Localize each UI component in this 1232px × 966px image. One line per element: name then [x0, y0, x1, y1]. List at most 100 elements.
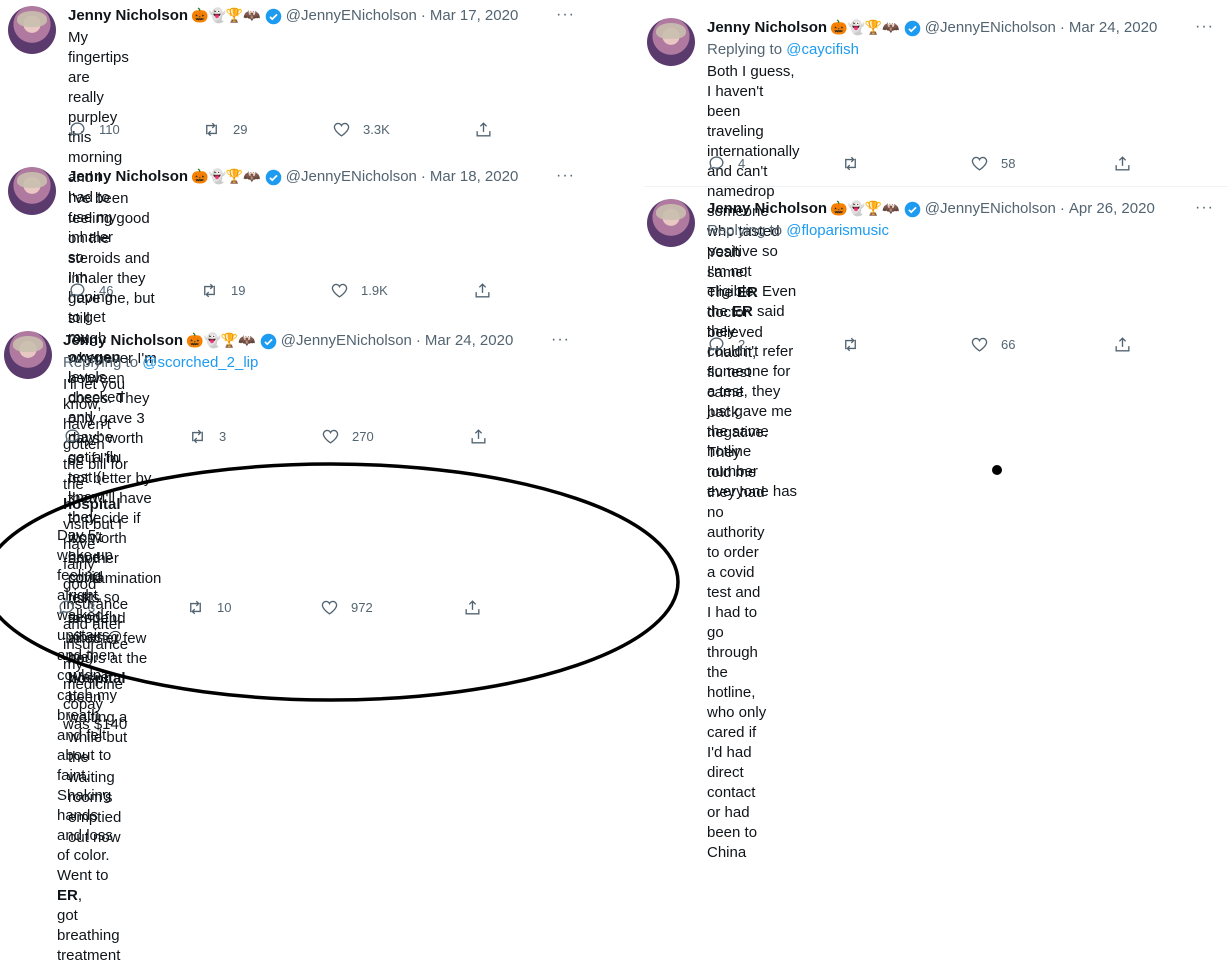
like-button[interactable]: 66 — [970, 335, 1015, 354]
reply-icon — [709, 337, 724, 352]
heart-icon — [321, 600, 338, 615]
reply-count: 46 — [99, 283, 114, 298]
more-options-icon[interactable]: ··· — [556, 167, 575, 185]
author-name[interactable]: Jenny Nicholson — [707, 18, 827, 38]
retweet-button[interactable]: 3 — [188, 427, 226, 446]
share-button[interactable] — [463, 598, 482, 617]
verified-badge-icon — [260, 333, 277, 349]
share-icon — [1115, 337, 1130, 352]
retweet-count: 19 — [231, 283, 246, 298]
heart-icon — [333, 122, 350, 137]
author-handle[interactable]: @JennyENicholson — [925, 18, 1056, 38]
author-name[interactable]: Jenny Nicholson — [63, 331, 183, 351]
author-handle[interactable]: @JennyENicholson — [925, 199, 1056, 219]
author-name[interactable]: Jenny Nicholson — [707, 199, 827, 219]
more-options-icon[interactable]: ··· — [551, 331, 570, 349]
verified-badge-icon — [904, 201, 921, 217]
like-button[interactable]: 58 — [970, 154, 1015, 173]
share-button[interactable] — [473, 281, 492, 300]
tweet-date[interactable]: Apr 26, 2020 — [1069, 199, 1155, 219]
retweet-icon — [190, 600, 201, 615]
retweet-icon — [204, 283, 215, 298]
retweet-count: 29 — [233, 122, 248, 137]
replying-to: Replying to @caycifish — [707, 40, 859, 60]
avatar[interactable] — [647, 18, 695, 66]
author-handle[interactable]: @JennyENicholson — [281, 331, 412, 351]
tweet-date[interactable]: Mar 18, 2020 — [430, 167, 518, 187]
name-badges: 🎃👻🏆🦇 — [186, 333, 256, 349]
separator: · — [420, 168, 426, 185]
tweet-header: Jenny Nicholson 🎃👻🏆🦇 @JennyENicholson · … — [707, 199, 1155, 219]
tweet-date[interactable]: Mar 24, 2020 — [1069, 18, 1157, 38]
more-options-icon[interactable]: ··· — [1195, 18, 1214, 36]
retweet-icon — [192, 429, 203, 444]
share-button[interactable] — [474, 120, 493, 139]
replying-to-link[interactable]: @scorched_2_lip — [142, 354, 258, 371]
retweet-count: 10 — [217, 600, 232, 615]
author-name[interactable]: Jenny Nicholson — [68, 167, 188, 187]
share-icon — [1115, 156, 1130, 171]
more-options-icon[interactable]: ··· — [556, 6, 575, 24]
reply-button[interactable]: 4 — [707, 154, 745, 173]
share-button[interactable] — [1113, 154, 1132, 173]
retweet-button[interactable]: 29 — [202, 120, 247, 139]
tweet-header: Jenny Nicholson 🎃👻🏆🦇 @JennyENicholson · … — [68, 167, 518, 187]
share-button[interactable] — [469, 427, 488, 446]
tweet-date[interactable]: Mar 17, 2020 — [430, 6, 518, 26]
share-icon — [476, 122, 491, 137]
retweet-button[interactable] — [841, 335, 860, 354]
share-button[interactable] — [1113, 335, 1132, 354]
avatar[interactable] — [8, 6, 56, 54]
verified-badge-icon — [904, 20, 921, 36]
replying-label: Replying to — [707, 222, 787, 239]
like-count: 1.9K — [361, 283, 388, 298]
retweet-button[interactable]: 19 — [200, 281, 245, 300]
reply-icon — [709, 156, 724, 171]
like-count: 270 — [352, 429, 374, 444]
avatar[interactable] — [4, 331, 52, 379]
like-count: 66 — [1001, 337, 1016, 352]
heart-icon — [971, 156, 988, 171]
separator: · — [1059, 200, 1065, 217]
more-options-icon[interactable]: ··· — [1195, 199, 1214, 217]
heart-icon — [971, 337, 988, 352]
reply-count: 3 — [88, 600, 96, 615]
like-button[interactable]: 3.3K — [332, 120, 390, 139]
retweet-button[interactable] — [841, 154, 860, 173]
author-handle[interactable]: @JennyENicholson — [286, 167, 417, 187]
like-button[interactable]: 1.9K — [330, 281, 388, 300]
like-count: 3.3K — [363, 122, 390, 137]
reply-icon — [59, 600, 74, 615]
replying-to-link[interactable]: @caycifish — [786, 41, 859, 58]
replying-to: Replying to @scorched_2_lip — [63, 353, 258, 373]
like-count: 58 — [1001, 156, 1016, 171]
author-handle[interactable]: @JennyENicholson — [286, 6, 417, 26]
retweet-button[interactable]: 10 — [186, 598, 231, 617]
share-icon — [465, 600, 480, 615]
reply-button[interactable]: 110 — [68, 120, 120, 139]
reply-button[interactable] — [63, 427, 94, 446]
reply-icon — [70, 283, 85, 298]
tweet-header: Jenny Nicholson 🎃👻🏆🦇 @JennyENicholson · … — [707, 18, 1157, 38]
retweet-icon — [845, 156, 856, 171]
author-name[interactable]: Jenny Nicholson — [68, 6, 188, 26]
reply-button[interactable]: 46 — [68, 281, 113, 300]
like-button[interactable]: 270 — [321, 427, 374, 446]
reply-button[interactable]: 3 — [57, 598, 95, 617]
heart-icon — [322, 429, 339, 444]
share-icon — [475, 283, 490, 298]
text-highlight: ER — [57, 887, 78, 904]
verified-badge-icon — [265, 169, 282, 185]
avatar[interactable] — [647, 199, 695, 247]
text-highlight: ER — [737, 284, 758, 301]
replying-to-link[interactable]: @floparismusic — [786, 222, 889, 239]
replying-to: Replying to @floparismusic — [707, 221, 889, 241]
separator: · — [415, 332, 421, 349]
reply-icon — [70, 122, 85, 137]
avatar[interactable] — [8, 167, 56, 215]
verified-badge-icon — [265, 8, 282, 24]
like-button[interactable]: 972 — [320, 598, 373, 617]
reply-button[interactable]: 2 — [707, 335, 745, 354]
separator: · — [420, 7, 426, 24]
tweet-date[interactable]: Mar 24, 2020 — [425, 331, 513, 351]
